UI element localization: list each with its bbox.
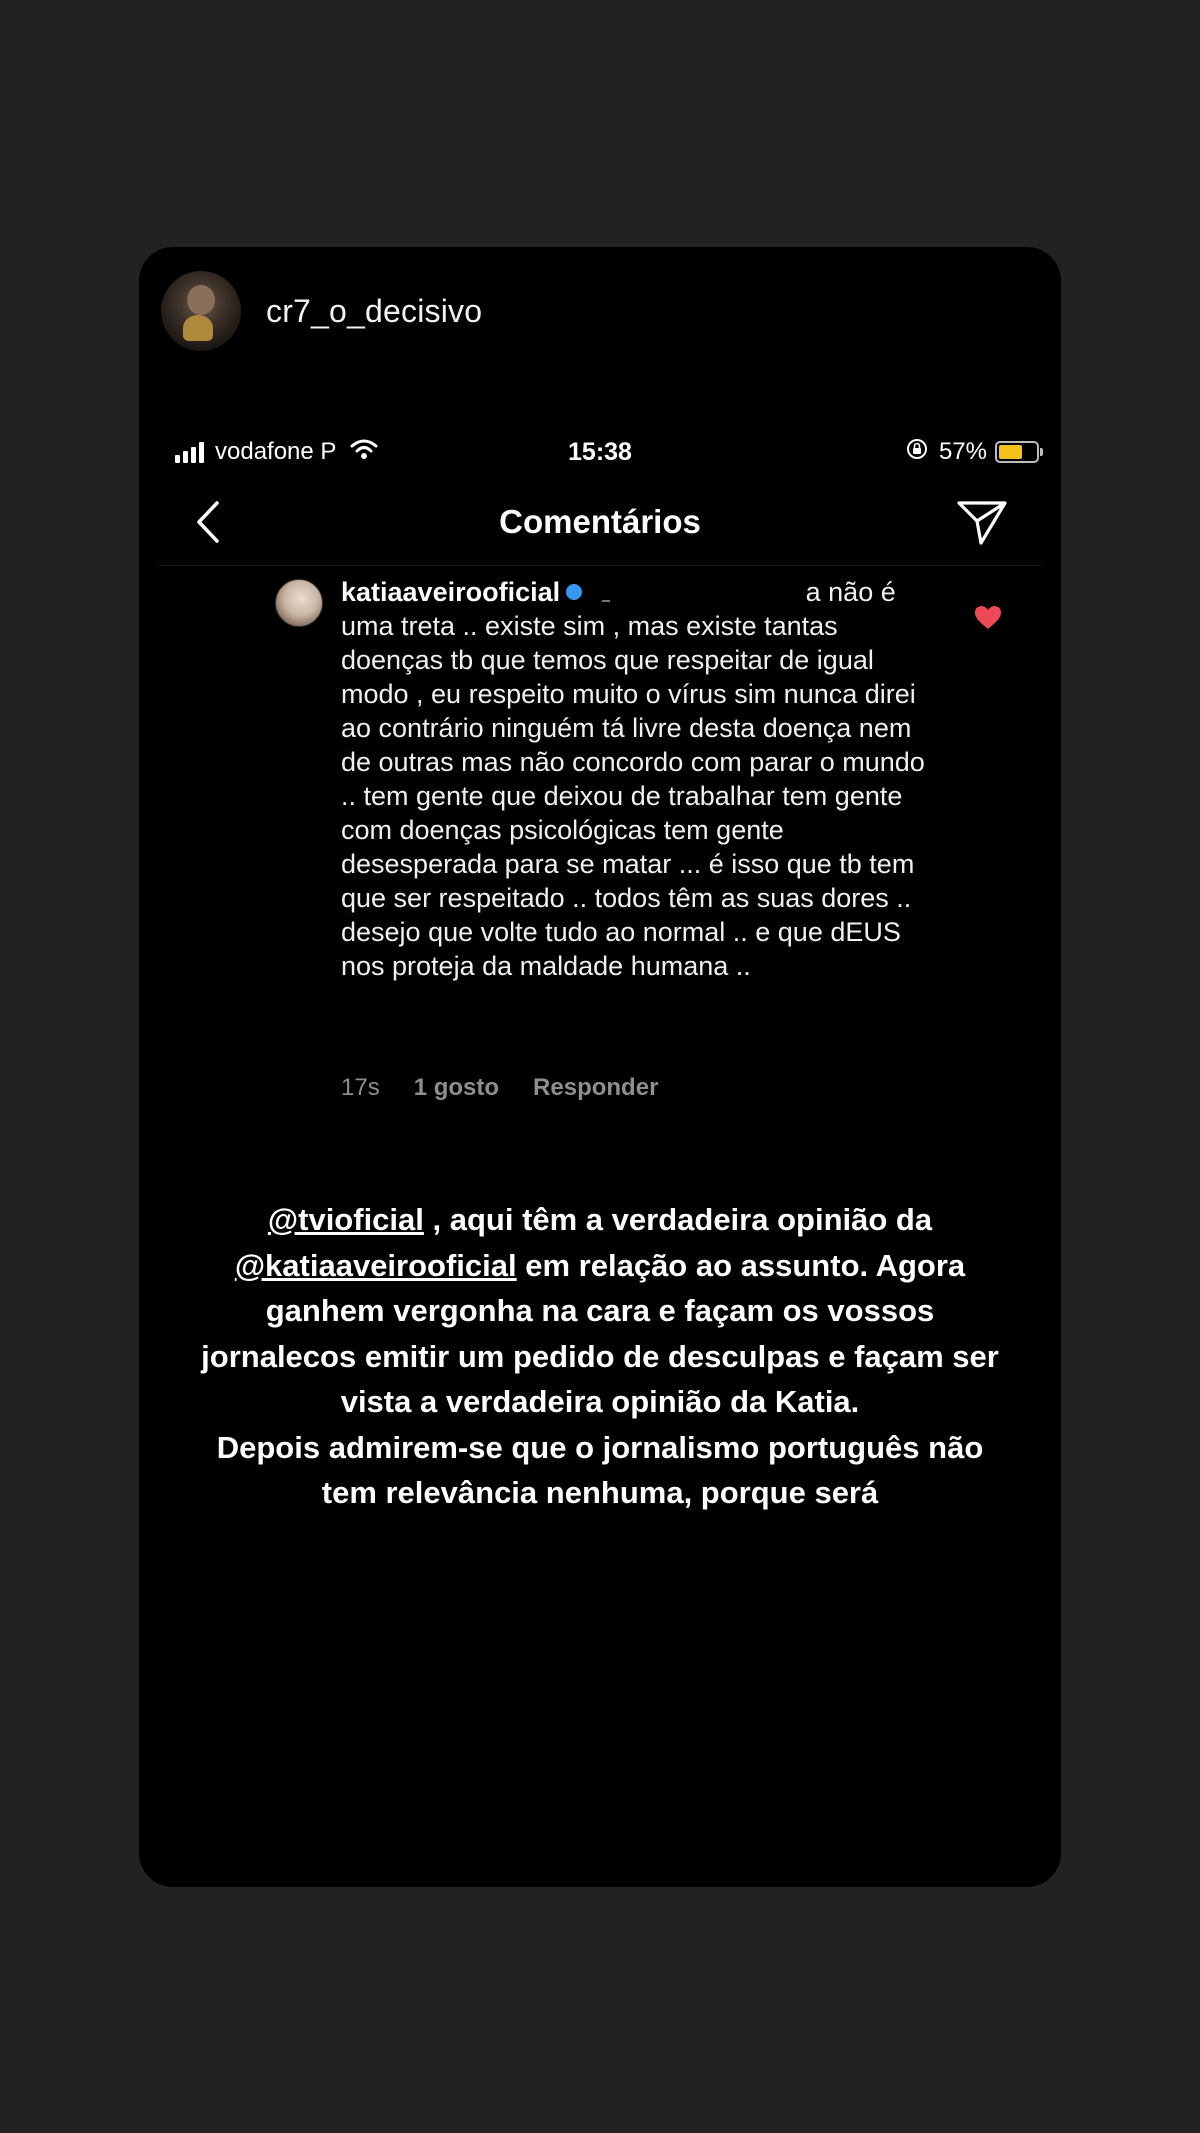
comment-first-line-tail: a não é [805,577,896,607]
comment-like-button[interactable] [974,605,1002,631]
story-username[interactable]: cr7_o_decisivo [266,293,482,330]
mention-tvioficial[interactable]: @tvioficial [268,1202,424,1237]
reply-button[interactable]: Responder [533,1074,658,1102]
page-title: Comentários [499,503,701,540]
story-avatar[interactable] [161,271,241,351]
comment-likes[interactable]: 1 gosto [414,1074,499,1102]
battery-percent: 57% [938,438,987,465]
comment-meta: 17s 1 gosto Responder [341,1074,692,1102]
story-caption: @tvioficial , aqui têm a verdadeira opin… [199,1197,1001,1516]
story-card[interactable]: cr7_o_decisivo vodafone P 15:38 57% Come… [139,247,1061,1887]
comment-text: katiaaveirooficial a não é uma treta .. … [341,575,941,983]
verified-badge-icon [566,583,583,600]
avatar-trophy [183,315,213,341]
comment-username[interactable]: katiaaveirooficial [341,577,560,607]
header-divider [159,565,1041,566]
page: cr7_o_decisivo vodafone P 15:38 57% Come… [0,0,1200,2133]
battery-icon [995,441,1043,463]
status-bar: vodafone P 15:38 57% [139,427,1061,477]
rotation-lock-icon [905,437,929,468]
mention-katiaaveirooficial[interactable]: @katiaaveirooficial [235,1248,517,1283]
caption-part-3: Depois admirem-se que o jornalismo portu… [216,1429,984,1511]
paper-plane-icon [957,501,1007,545]
comment-time: 17s [341,1074,380,1101]
battery-group: 57% [905,427,1043,477]
nav-bar: Comentários [139,487,1061,557]
share-button[interactable] [955,497,1009,547]
avatar-figure [187,285,215,315]
caption-part-1: , aqui têm a verdadeira opinião da [423,1202,933,1237]
heart-icon [975,606,1001,629]
comment-avatar[interactable] [275,579,323,627]
battery-fill [999,445,1022,459]
story-header: cr7_o_decisivo [161,271,482,351]
comment-body-text: uma treta .. existe sim , mas existe tan… [341,611,925,981]
redacted-text [588,583,799,604]
